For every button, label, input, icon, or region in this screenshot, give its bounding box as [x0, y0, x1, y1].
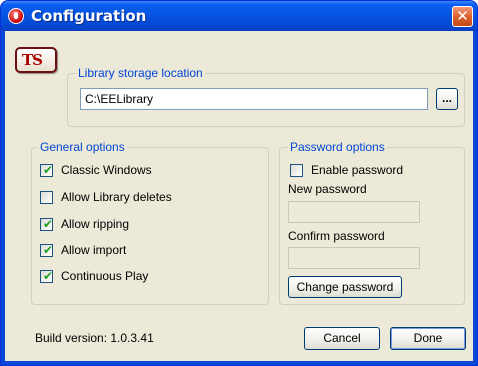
allow-import-label: Allow import: [61, 243, 127, 257]
confirm-password-label: Confirm password: [288, 229, 385, 243]
close-icon: ✕: [456, 7, 469, 25]
allow-library-deletes-label: Allow Library deletes: [61, 190, 172, 204]
checkbox-box[interactable]: [290, 164, 303, 177]
close-button[interactable]: ✕: [452, 6, 473, 27]
build-version: Build version: 1.0.3.41: [35, 331, 154, 345]
continuous-play-label: Continuous Play: [61, 269, 149, 283]
password-options-legend: Password options: [288, 140, 387, 154]
password-options-group: Password options Enable password New pas…: [279, 140, 465, 305]
allow-ripping-label: Allow ripping: [61, 217, 130, 231]
app-logo: TS: [15, 47, 57, 73]
checkbox-box[interactable]: ✔: [40, 217, 54, 231]
checkbox-box[interactable]: ✔: [40, 269, 54, 283]
library-legend: Library storage location: [76, 66, 205, 80]
library-group: Library storage location C:\EELibrary ..…: [67, 66, 465, 127]
dialog-body: TS Library storage location C:\EELibrary…: [5, 31, 473, 361]
library-path-input[interactable]: C:\EELibrary: [80, 88, 428, 110]
title-bar[interactable]: Configuration ✕: [1, 1, 477, 31]
general-options-legend: General options: [38, 140, 127, 154]
browse-button[interactable]: ...: [436, 88, 458, 110]
classic-windows-label: Classic Windows: [61, 163, 152, 177]
checkmark-icon: ✔: [43, 217, 54, 231]
checkmark-icon: ✔: [43, 163, 54, 177]
general-options-group: General options ✔ Classic Windows Allow …: [31, 140, 269, 305]
checkbox-box[interactable]: ✔: [40, 243, 54, 257]
enable-password-label: Enable password: [311, 163, 404, 177]
new-password-label: New password: [288, 182, 367, 196]
checkbox-box[interactable]: [40, 191, 53, 204]
checkmark-icon: ✔: [43, 243, 54, 257]
window-title: Configuration: [31, 7, 147, 25]
configuration-window: Configuration ✕ TS Library storage locat…: [0, 0, 478, 366]
cancel-button[interactable]: Cancel: [304, 327, 380, 350]
app-info-icon: [8, 8, 24, 24]
confirm-password-field[interactable]: [288, 247, 420, 269]
new-password-field[interactable]: [288, 201, 420, 223]
checkmark-icon: ✔: [43, 269, 54, 283]
checkbox-box[interactable]: ✔: [40, 163, 54, 177]
change-password-button[interactable]: Change password: [288, 276, 402, 298]
done-button[interactable]: Done: [390, 327, 466, 350]
